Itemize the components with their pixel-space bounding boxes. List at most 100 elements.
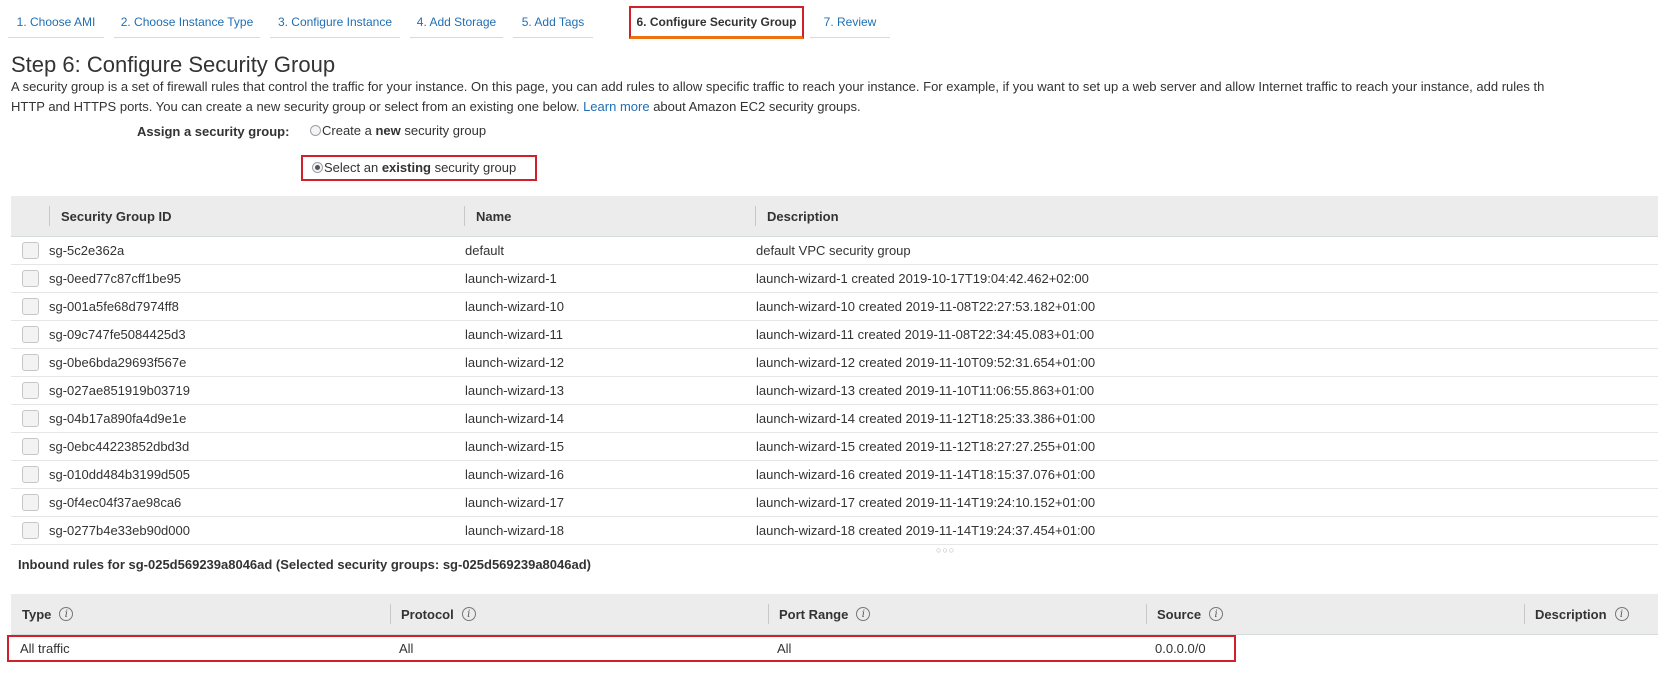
table-row[interactable]: sg-04b17a890fa4d9e1e launch-wizard-14 laun… — [11, 405, 1658, 433]
table-row[interactable]: sg-0be6bda29693f567e launch-wizard-12 laun… — [11, 349, 1658, 377]
column-separator[interactable] — [390, 604, 391, 624]
row-checkbox[interactable] — [22, 354, 39, 371]
security-group-description-cell: launch-wizard-1 created 2019-10-17T19:04… — [756, 271, 1089, 286]
security-group-id-cell: sg-04b17a890fa4d9e1e — [49, 411, 187, 426]
tab-choose-ami[interactable]: 1. Choose AMI — [8, 7, 104, 38]
table-resize-handle[interactable]: ○○○ — [936, 545, 955, 555]
row-checkbox[interactable] — [22, 298, 39, 315]
row-checkbox[interactable] — [22, 270, 39, 287]
inbound-rule-row[interactable]: All traffic All All 0.0.0.0/0 — [7, 635, 1658, 662]
security-group-description-cell: launch-wizard-14 created 2019-11-12T18:2… — [756, 411, 1096, 426]
tab-choose-instance-type[interactable]: 2. Choose Instance Type — [114, 7, 260, 38]
security-group-id-cell: sg-0eed77c87cff1be95 — [49, 271, 182, 286]
tab-add-tags[interactable]: 5. Add Tags — [513, 7, 593, 38]
security-groups-table: Security Group ID Name Description sg-5c… — [11, 196, 1658, 545]
column-header-port-range-label: Port Range — [779, 606, 849, 622]
column-header-type-label: Type — [22, 606, 52, 622]
page-description: A security group is a set of firewall ru… — [11, 77, 1651, 117]
column-header-name[interactable]: Name — [476, 196, 511, 236]
column-header-source: Source i — [1157, 594, 1224, 634]
create-new-label: Create a new security group — [322, 123, 487, 138]
info-icon[interactable]: i — [461, 607, 476, 621]
create-new-security-group-option[interactable]: Create a new security group — [310, 123, 486, 138]
rule-protocol: All — [399, 641, 414, 656]
column-header-description-label: Description — [1535, 606, 1607, 622]
tab-add-storage[interactable]: 4. Add Storage — [410, 7, 503, 38]
select-existing-security-group-option[interactable]: Select an existing security group — [301, 155, 537, 181]
security-group-description-cell: launch-wizard-17 created 2019-11-14T19:2… — [756, 495, 1096, 510]
info-icon[interactable]: i — [1614, 607, 1629, 621]
security-group-name-cell: launch-wizard-18 — [465, 523, 564, 538]
security-group-description-cell: launch-wizard-10 created 2019-11-08T22:2… — [756, 299, 1096, 314]
info-icon[interactable]: i — [1209, 607, 1224, 621]
column-separator[interactable] — [755, 206, 756, 226]
table-row[interactable]: sg-0ebc44223852dbd3d launch-wizard-15 laun… — [11, 433, 1658, 461]
description-line-2-suffix: about Amazon EC2 security groups. — [653, 99, 861, 114]
table-row[interactable]: sg-0f4ec04f37ae98ca6 launch-wizard-17 laun… — [11, 489, 1658, 517]
security-group-name-cell: launch-wizard-13 — [465, 383, 564, 398]
column-separator[interactable] — [1524, 604, 1525, 624]
table-row[interactable]: sg-0eed77c87cff1be95 launch-wizard-1 launc… — [11, 265, 1658, 293]
info-icon[interactable]: i — [59, 607, 74, 621]
security-group-description-cell: launch-wizard-13 created 2019-11-10T11:0… — [756, 383, 1095, 398]
security-groups-table-header: Security Group ID Name Description — [11, 196, 1658, 237]
security-group-name-cell: launch-wizard-14 — [465, 411, 564, 426]
column-header-security-group-id[interactable]: Security Group ID — [61, 196, 172, 236]
column-separator[interactable] — [1146, 604, 1147, 624]
info-icon[interactable]: i — [856, 607, 871, 621]
column-separator[interactable] — [464, 206, 465, 226]
select-existing-radio[interactable] — [312, 162, 323, 173]
table-row[interactable]: sg-09c747fe5084425d3 launch-wizard-11 laun… — [11, 321, 1658, 349]
select-existing-label: Select an existing security group — [324, 160, 517, 175]
row-checkbox[interactable] — [22, 466, 39, 483]
inbound-rules-table-header: Type i Protocol i Port Range i Source i … — [11, 594, 1658, 635]
row-checkbox[interactable] — [22, 326, 39, 343]
tab-configure-instance[interactable]: 3. Configure Instance — [270, 7, 400, 38]
ec2-launch-wizard-page: 1. Choose AMI 2. Choose Instance Type 3.… — [0, 0, 1658, 675]
security-group-id-cell: sg-010dd484b3199d505 — [49, 467, 190, 482]
row-checkbox[interactable] — [22, 242, 39, 259]
tab-review[interactable]: 7. Review — [810, 7, 890, 38]
row-checkbox[interactable] — [22, 438, 39, 455]
column-header-protocol: Protocol i — [401, 594, 476, 634]
table-row[interactable]: sg-5c2e362a default default VPC security g… — [11, 237, 1658, 265]
row-checkbox[interactable] — [22, 522, 39, 539]
create-new-radio[interactable] — [310, 125, 321, 136]
security-group-description-cell: default VPC security group — [756, 243, 911, 258]
security-group-name-cell: launch-wizard-15 — [465, 439, 564, 454]
security-group-description-cell: launch-wizard-16 created 2019-11-14T18:1… — [756, 467, 1096, 482]
row-checkbox[interactable] — [22, 382, 39, 399]
column-header-description[interactable]: Description — [767, 196, 839, 236]
column-header-protocol-label: Protocol — [401, 606, 454, 622]
table-row[interactable]: sg-010dd484b3199d505 launch-wizard-16 laun… — [11, 461, 1658, 489]
column-header-description: Description i — [1535, 594, 1629, 634]
rule-type: All traffic — [20, 641, 70, 656]
table-row[interactable]: sg-001a5fe68d7974ff8 launch-wizard-10 laun… — [11, 293, 1658, 321]
security-group-description-cell: launch-wizard-15 created 2019-11-12T18:2… — [756, 439, 1096, 454]
row-highlight-box — [7, 635, 1236, 662]
rule-port-range: All — [777, 641, 792, 656]
inbound-rules-title: Inbound rules for sg-025d569239a8046ad (… — [18, 557, 591, 572]
security-group-name-cell: default — [465, 243, 505, 258]
tab-configure-security-group[interactable]: 6. Configure Security Group — [629, 6, 804, 39]
column-header-port-range: Port Range i — [779, 594, 871, 634]
table-row[interactable]: sg-0277b4e33eb90d000 launch-wizard-18 laun… — [11, 517, 1658, 545]
security-group-name-cell: launch-wizard-16 — [465, 467, 564, 482]
security-group-id-cell: sg-027ae851919b03719 — [49, 383, 190, 398]
row-checkbox[interactable] — [22, 494, 39, 511]
description-line-2-prefix: HTTP and HTTPS ports. You can create a n… — [11, 99, 580, 114]
security-group-name-cell: launch-wizard-17 — [465, 495, 564, 510]
security-group-id-cell: sg-5c2e362a — [49, 243, 125, 258]
security-group-description-cell: launch-wizard-18 created 2019-11-14T19:2… — [756, 523, 1096, 538]
security-group-id-cell: sg-0ebc44223852dbd3d — [49, 439, 190, 454]
security-group-id-cell: sg-0277b4e33eb90d000 — [49, 523, 190, 538]
column-separator[interactable] — [49, 206, 50, 226]
table-row[interactable]: sg-027ae851919b03719 launch-wizard-13 laun… — [11, 377, 1658, 405]
learn-more-link[interactable]: Learn more — [583, 99, 649, 114]
column-separator[interactable] — [768, 604, 769, 624]
row-checkbox[interactable] — [22, 410, 39, 427]
security-group-description-cell: launch-wizard-11 created 2019-11-08T22:3… — [756, 327, 1095, 342]
description-line-1: A security group is a set of firewall ru… — [11, 79, 1545, 94]
security-group-name-cell: launch-wizard-11 — [465, 327, 564, 342]
security-group-name-cell: launch-wizard-12 — [465, 355, 564, 370]
